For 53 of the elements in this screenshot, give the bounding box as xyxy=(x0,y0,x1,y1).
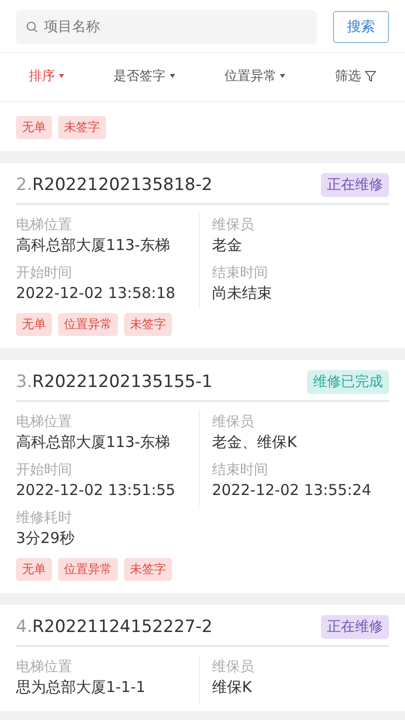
field-label: 维保员 xyxy=(212,658,255,676)
search-icon xyxy=(26,21,38,33)
order-index: 4. xyxy=(16,617,32,637)
order-code: R20221202135155-1 xyxy=(32,372,212,392)
order-index: 2. xyxy=(16,175,32,195)
order-code: R20221124152227-2 xyxy=(32,617,212,637)
field-label: 电梯位置 xyxy=(16,413,73,431)
caret-icon xyxy=(170,74,175,78)
filter-tab[interactable]: 筛选 xyxy=(331,65,380,87)
field-value: 3分29秒 xyxy=(16,528,76,549)
tag: 未签字 xyxy=(124,558,172,581)
filter-tab[interactable]: 位置异常 xyxy=(220,65,290,87)
field-label: 结束时间 xyxy=(212,264,269,282)
search-field[interactable]: 项目名称 xyxy=(16,10,317,44)
status-badge: 正在维修 xyxy=(321,173,389,197)
tag: 未签字 xyxy=(58,116,106,139)
field-value: 2022-12-02 13:51:55 xyxy=(16,480,176,501)
field-value: 老金、维保K xyxy=(212,432,298,453)
tag: 无单 xyxy=(16,313,52,336)
search-button[interactable]: 搜索 xyxy=(333,11,389,43)
field-label: 开始时间 xyxy=(16,461,73,479)
filter-tab[interactable]: 是否签字 xyxy=(110,65,179,87)
tag: 无单 xyxy=(16,116,52,139)
field-label: 维保员 xyxy=(212,216,255,234)
field-label: 开始时间 xyxy=(16,264,73,282)
field-value: 高科总部大厦113-东梯 xyxy=(16,235,172,256)
caret-icon xyxy=(280,74,286,78)
status-badge: 维修已完成 xyxy=(307,370,389,394)
order-index: 3. xyxy=(16,372,32,392)
field-label: 维修耗时 xyxy=(16,509,73,527)
field-label: 维保员 xyxy=(212,413,255,431)
order-card[interactable]: 3.R20221202135155-1 维修已完成 电梯位置 高科总部大厦113-东梯 维保员 老金、维保K 开始时间 2022-12-02 13:51:55 结束时间 2022-12-02 13:55:24 维修耗时 3分29秒 无单 位置异常 未签字 xyxy=(0,360,405,593)
tag: 位置异常 xyxy=(58,313,118,336)
field-label: 电梯位置 xyxy=(16,216,73,234)
field-value: 尚未结束 xyxy=(212,283,273,304)
status-badge: 正在维修 xyxy=(321,615,389,639)
tag: 未签字 xyxy=(124,313,172,336)
tag: 位置异常 xyxy=(58,558,118,581)
order-card[interactable]: 2.R20221202135818-2 正在维修 电梯位置 高科总部大厦113-东梯 维保员 老金 开始时间 2022-12-02 13:58:18 结束时间 尚未结束 无单 位置异常 未签字 xyxy=(0,163,405,348)
field-value: 老金 xyxy=(212,235,243,256)
tag: 无单 xyxy=(16,558,52,581)
order-code: R20221202135818-2 xyxy=(32,175,212,195)
field-value: 2022-12-02 13:58:18 xyxy=(16,283,176,304)
field-value: 维保K xyxy=(212,677,253,698)
field-value: 思为总部大厦1-1-1 xyxy=(16,677,146,698)
filter-tab[interactable]: 排序 xyxy=(24,65,68,87)
field-label: 电梯位置 xyxy=(16,658,73,676)
field-value: 高科总部大厦113-东梯 xyxy=(16,432,172,453)
field-label: 结束时间 xyxy=(212,461,269,479)
funnel-icon xyxy=(365,70,376,82)
field-value: 2022-12-02 13:55:24 xyxy=(212,480,372,501)
order-card[interactable]: 4.R20221124152227-2 正在维修 电梯位置 思为总部大厦1-1-1 维保员 维保K xyxy=(0,605,405,711)
caret-icon xyxy=(58,74,64,78)
